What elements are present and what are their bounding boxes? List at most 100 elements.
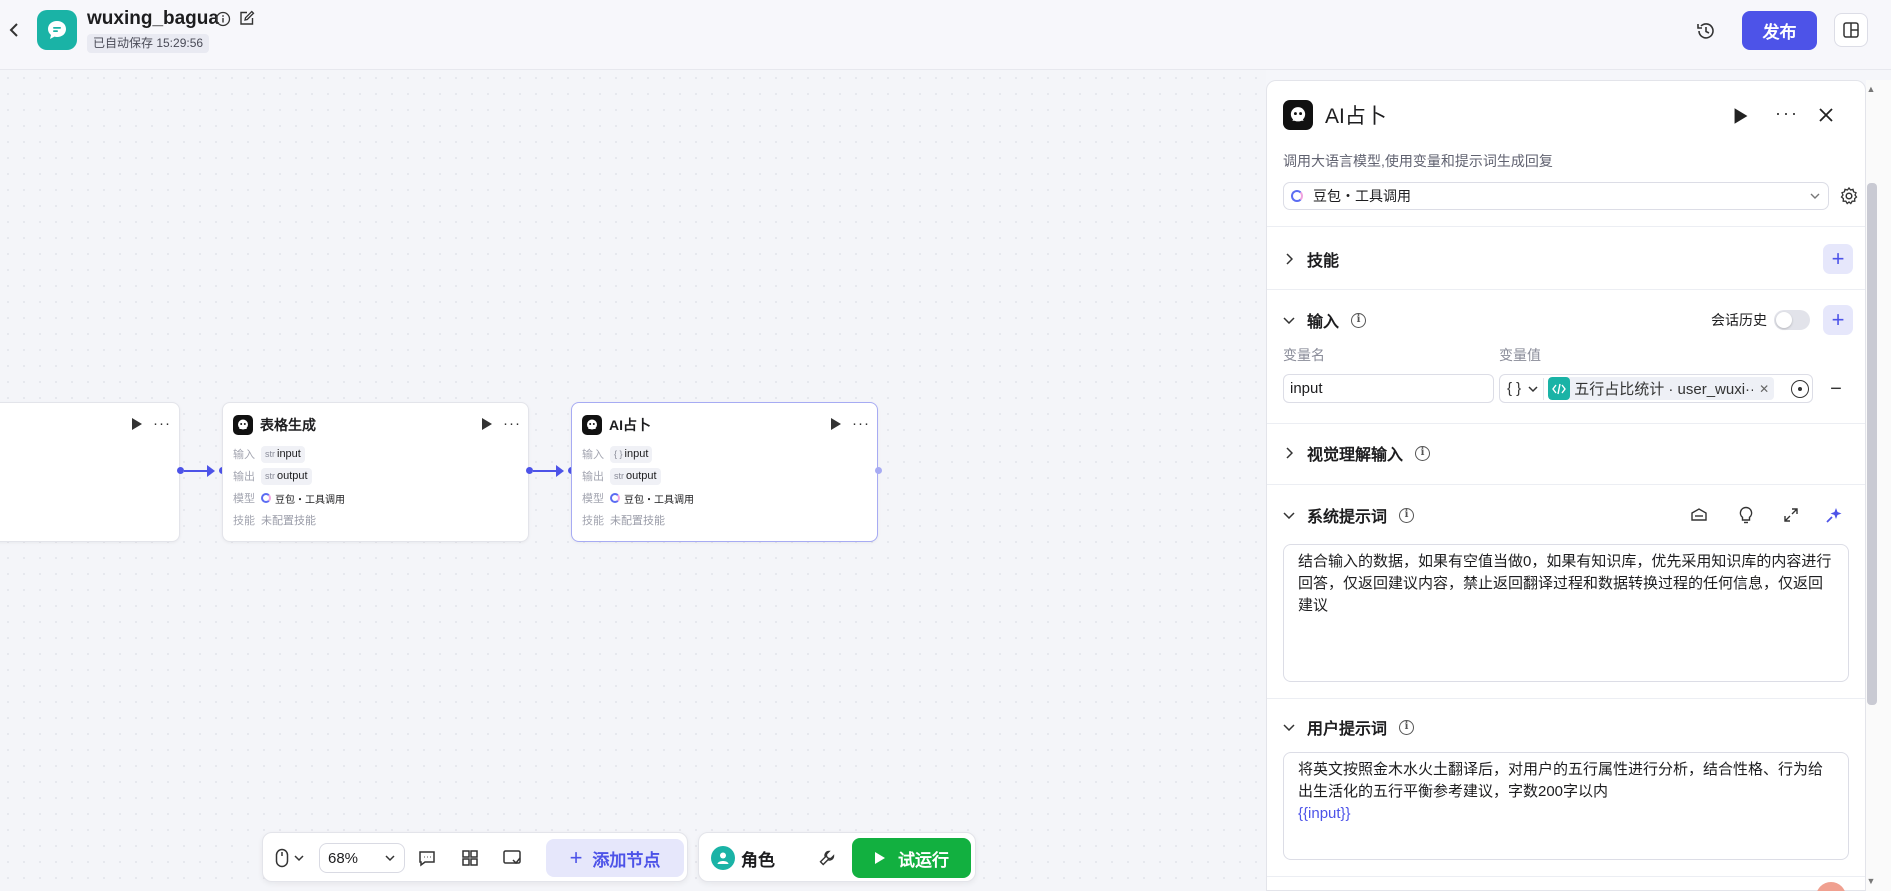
panel-description: 调用大语言模型,使用变量和提示词生成回复 (1283, 153, 1553, 169)
variable-pill: str output (261, 467, 312, 485)
divider (1267, 484, 1865, 485)
info-icon[interactable]: i (1351, 312, 1367, 328)
more-dots-icon[interactable]: ··· (503, 415, 521, 432)
variable-name-input[interactable] (1283, 374, 1494, 403)
prompt-library-icon[interactable] (1688, 504, 1710, 526)
role-button[interactable]: 角色 (711, 843, 775, 873)
play-icon[interactable] (1733, 107, 1751, 125)
visual-input-section-header[interactable]: 视觉理解输入 i (1283, 441, 1431, 465)
user-prompt-section-header[interactable]: 用户提示词 i (1283, 715, 1415, 739)
node-skill-row: 技能 未配置技能 (233, 515, 316, 527)
expand-icon[interactable] (1780, 504, 1802, 526)
back-arrow-icon[interactable] (4, 18, 24, 42)
lightbulb-icon[interactable] (1735, 504, 1757, 526)
publish-button[interactable]: 发布 (1742, 11, 1817, 50)
info-icon[interactable] (215, 11, 231, 27)
var-name-column-label: 变量名 (1283, 347, 1325, 363)
chevron-down-icon (1283, 509, 1295, 521)
variable-pill: str output (610, 467, 661, 485)
system-prompt-section-header[interactable]: 系统提示词 i (1283, 503, 1415, 527)
workflow-node-table-gen[interactable]: 表格生成 ··· 输入 str input 输出 str output 模型 豆包・… (222, 402, 529, 542)
info-icon[interactable]: i (1415, 445, 1431, 461)
info-icon[interactable]: i (1399, 507, 1415, 523)
auto-layout-icon[interactable] (459, 847, 481, 869)
edit-icon[interactable] (238, 10, 255, 27)
divider (1267, 226, 1865, 227)
scroll-up-arrow-icon[interactable]: ▲ (1866, 84, 1876, 94)
edge-arrow-icon (207, 465, 215, 477)
output-port[interactable] (526, 467, 533, 474)
variable-pill: str input (261, 445, 305, 463)
settings-gear-icon[interactable] (1839, 186, 1859, 206)
system-prompt-editor[interactable]: 结合输入的数据，如果有空值当做0，如果有知识库，优先采用知识库的内容进行回答，仅… (1283, 544, 1849, 682)
play-icon[interactable] (830, 417, 842, 431)
node-input-row: 输入 str input (233, 445, 305, 463)
doubao-logo-icon (261, 493, 271, 503)
panel-scrollbar-thumb[interactable] (1867, 183, 1877, 705)
skills-section-header[interactable]: 技能 (1283, 247, 1339, 271)
play-icon[interactable] (481, 417, 493, 431)
plus-icon: + (569, 845, 583, 870)
chevron-down-icon (1528, 385, 1538, 392)
remove-reference-icon[interactable]: ✕ (1759, 382, 1769, 396)
chat-history-toggle[interactable] (1774, 310, 1810, 330)
autosave-status: 已自动保存 15:29:56 (87, 34, 210, 53)
more-dots-icon[interactable]: ··· (153, 415, 171, 432)
comment-icon[interactable] (416, 847, 438, 869)
add-input-button[interactable]: + (1823, 305, 1853, 335)
mouse-mode-selector[interactable] (275, 847, 309, 869)
variable-type-select[interactable]: { } (1503, 377, 1545, 400)
variable-reference-tag[interactable]: 五行占比统计 · user_wuxi··· ✕ (1548, 377, 1775, 400)
llm-node-icon (1283, 100, 1313, 130)
mouse-icon (275, 848, 289, 868)
node-output-row: 输出 str output (233, 467, 312, 485)
var-value-column-label: 变量值 (1499, 347, 1541, 363)
minimap-icon[interactable] (501, 847, 523, 869)
node-title: 表格生成 (260, 417, 316, 433)
doubao-logo-icon (1291, 190, 1303, 202)
add-node-button[interactable]: + 添加节点 (546, 839, 684, 877)
wrench-icon[interactable] (816, 847, 838, 869)
input-section-header[interactable]: 输入 i (1283, 308, 1367, 332)
divider (1267, 423, 1865, 424)
scroll-down-arrow-icon[interactable]: ▼ (1866, 876, 1876, 886)
target-select-icon[interactable] (1791, 379, 1809, 398)
chat-bubble-icon (48, 21, 66, 39)
more-dots-icon[interactable]: ··· (852, 415, 870, 432)
more-dots-icon[interactable]: ··· (1775, 103, 1799, 124)
chevron-down-icon (1810, 193, 1820, 199)
llm-node-icon (233, 415, 253, 435)
node-skill-row: 技能 未配置技能 (582, 515, 665, 527)
connection-edge (533, 470, 557, 472)
history-clock-icon[interactable] (1693, 18, 1719, 44)
output-port[interactable] (177, 467, 184, 474)
remove-variable-icon[interactable]: − (1826, 378, 1846, 400)
add-skill-button[interactable]: + (1823, 244, 1853, 274)
panel-title: AI占卜 (1325, 105, 1387, 128)
node-title: AI占卜 (609, 417, 651, 433)
layout-toggle-icon[interactable] (1834, 13, 1868, 47)
workflow-node-ai-divination[interactable]: AI占卜 ··· 输入 { } input 输出 str output 模型 豆包・… (571, 402, 878, 542)
user-prompt-editor[interactable]: 将英文按照金木水火土翻译后，对用户的五行属性进行分析，结合性格、行为给出生活化的… (1283, 752, 1849, 860)
divider (1267, 289, 1865, 290)
run-toolbar: 角色 试运行 (698, 832, 976, 882)
chevron-down-icon (294, 855, 304, 862)
output-port[interactable] (875, 467, 882, 474)
node-model-row: 模型 豆包・工具调用 (582, 493, 694, 506)
workflow-node-partial[interactable]: ··· (0, 402, 180, 542)
close-icon[interactable] (1816, 105, 1836, 125)
connection-edge (184, 470, 208, 472)
info-icon[interactable]: i (1399, 719, 1415, 735)
model-select[interactable]: 豆包・工具调用 (1283, 182, 1829, 210)
zoom-select[interactable]: 68% (319, 843, 405, 873)
chevron-right-icon (1283, 253, 1295, 265)
trial-run-button[interactable]: 试运行 (852, 838, 971, 878)
play-icon[interactable] (131, 417, 143, 431)
variable-pill: { } input (610, 445, 653, 463)
user-avatar-icon (711, 846, 735, 870)
chat-history-label: 会话历史 (1711, 312, 1767, 328)
variable-value-field[interactable]: { } 五行占比统计 · user_wuxi··· ✕ (1499, 374, 1813, 403)
chevron-down-icon (385, 855, 395, 862)
panel-header: AI占卜 (1283, 100, 1387, 130)
ai-optimize-sparkle-icon[interactable] (1823, 504, 1845, 526)
